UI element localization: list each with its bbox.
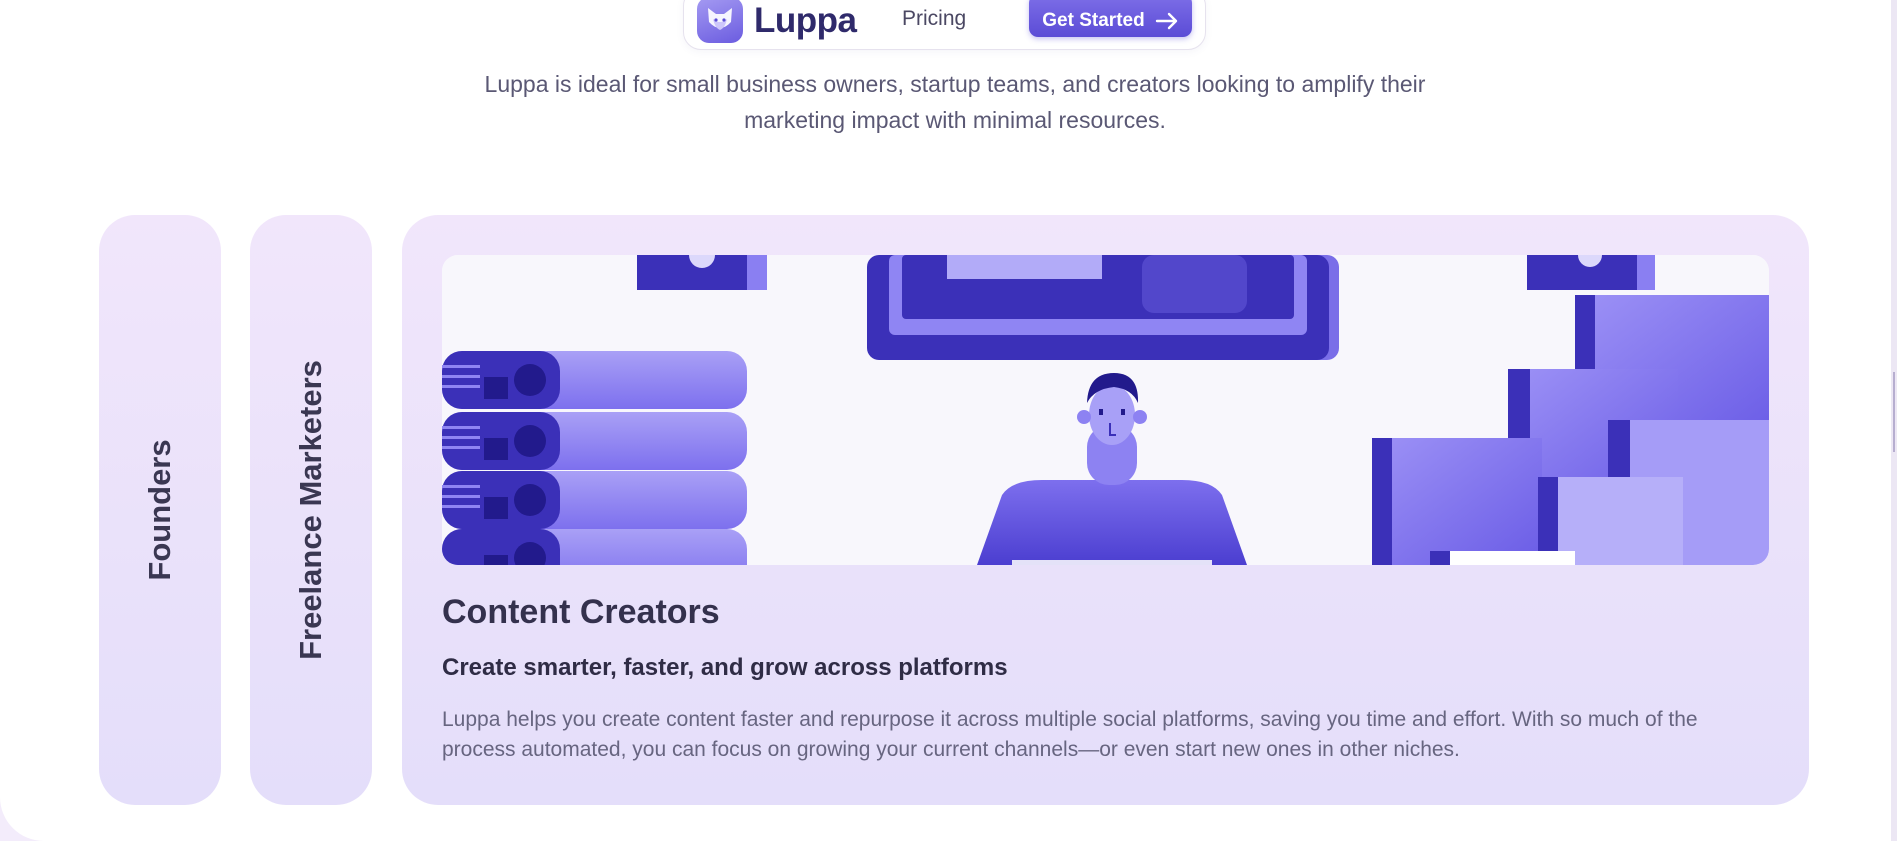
- tab-founders-label: Founders: [142, 439, 177, 581]
- brand-logo[interactable]: [697, 0, 743, 43]
- card-subtitle: Create smarter, faster, and grow across …: [442, 654, 1008, 681]
- get-started-label: Get Started: [1042, 9, 1145, 31]
- content-creator-illustration: [442, 255, 1769, 565]
- page: Luppa Pricing Get Started Luppa is ideal…: [0, 0, 1897, 841]
- tab-freelance-marketers[interactable]: Freelance Marketers: [250, 215, 372, 805]
- tab-founders[interactable]: Founders: [99, 215, 221, 805]
- intro-text: Luppa is ideal for small business owners…: [484, 71, 1426, 133]
- arrow-right-icon: [1155, 12, 1177, 29]
- card-description: Luppa helps you create content faster an…: [442, 708, 1698, 761]
- scrollbar-thumb[interactable]: [1893, 372, 1895, 452]
- brand-name[interactable]: Luppa: [754, 1, 857, 41]
- fox-head-icon: [708, 8, 732, 30]
- nav-link-pricing[interactable]: Pricing: [902, 7, 966, 31]
- get-started-button[interactable]: Get Started: [1029, 0, 1192, 37]
- top-navbar: Luppa Pricing Get Started: [683, 0, 1206, 50]
- card-title: Content Creators: [442, 593, 720, 631]
- scrollbar[interactable]: [1891, 0, 1897, 841]
- content-creators-card: Content Creators Create smarter, faster,…: [402, 215, 1809, 805]
- tab-freelance-marketers-label: Freelance Marketers: [293, 360, 328, 660]
